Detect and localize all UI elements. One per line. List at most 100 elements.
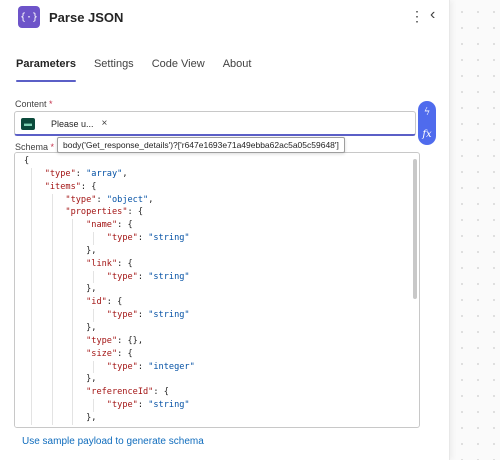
indent-guide (51, 283, 53, 297)
indent-guide (51, 309, 53, 322)
content-input[interactable]: ▬ Please u... × (14, 111, 416, 136)
code-punct: : (137, 361, 149, 372)
code-line: }, (24, 321, 195, 335)
code-punct: , (122, 168, 128, 179)
code-line: "type": "string" (24, 399, 195, 412)
code-line: "id": { (24, 296, 195, 310)
indent-guide (51, 219, 53, 233)
panel-tabs: Parameters Settings Code View About (16, 58, 269, 82)
indent-guide (93, 309, 95, 322)
content-label-text: Content (15, 99, 47, 109)
indent-guide (51, 334, 53, 348)
indent-guide (51, 347, 53, 361)
action-details-panel: {·} Parse JSON ⋮ ‹ Parameters Settings C… (0, 0, 450, 460)
token-connector-icon: ▬ (21, 117, 35, 130)
indent-guide (30, 309, 32, 322)
code-line: "type": {}, (24, 334, 195, 348)
dynamic-content-token[interactable]: ▬ Please u... × (21, 116, 123, 131)
tab-code-view[interactable]: Code View (152, 58, 205, 82)
code-line: "size": { (24, 347, 195, 361)
indent-guide (30, 180, 32, 194)
indent-guide (51, 386, 53, 400)
indent-guide (51, 244, 53, 258)
indent-guide (30, 373, 32, 387)
code-line: }, (24, 244, 195, 258)
indent-guide (30, 270, 32, 284)
schema-code-editor[interactable]: { "type": "array", "items": { "type": "o… (14, 152, 420, 428)
code-punct: : (137, 233, 149, 244)
indent-guide (30, 411, 32, 425)
code-value: "string" (148, 310, 190, 321)
panel-header: {·} Parse JSON ⋮ ‹ (14, 6, 444, 30)
code-punct: }, (86, 245, 97, 256)
code-punct: : (137, 310, 149, 321)
indent-guide (72, 309, 74, 322)
code-line: { (24, 155, 195, 168)
code-punct: : (137, 400, 149, 411)
schema-code: { "type": "array", "items": { "type": "o… (24, 155, 195, 425)
code-key: "items" (44, 181, 81, 192)
action-title[interactable]: Parse JSON (49, 10, 123, 25)
indent-guide (51, 399, 53, 412)
collapse-panel-icon[interactable]: ‹ (430, 6, 435, 24)
code-punct: : { (80, 181, 97, 192)
indent-guide (30, 167, 32, 181)
code-key: "type" (106, 271, 138, 282)
indent-guide (51, 373, 53, 387)
indent-guide (72, 257, 74, 271)
indent-guide (93, 270, 95, 284)
code-key: "name" (86, 220, 118, 231)
editor-scrollbar[interactable] (413, 159, 417, 299)
schema-label: Schema * (15, 142, 54, 152)
code-key: "type" (86, 335, 118, 346)
code-key: "properties" (65, 207, 128, 218)
code-punct: , (148, 194, 154, 205)
code-key: "type" (65, 194, 97, 205)
token-tooltip: body('Get_response_details')?['r647e1693… (57, 137, 345, 153)
code-punct: }, (86, 284, 97, 295)
indent-guide (93, 232, 95, 245)
more-options-icon[interactable]: ⋮ (410, 8, 424, 25)
indent-guide (30, 386, 32, 400)
code-line: "link": { (24, 257, 195, 271)
indent-guide (72, 399, 74, 412)
indent-guide (30, 232, 32, 245)
content-required-mark: * (49, 99, 53, 109)
sample-payload-link[interactable]: Use sample payload to generate schema (22, 436, 204, 447)
tab-parameters[interactable]: Parameters (16, 58, 76, 82)
code-key: "link" (86, 258, 118, 269)
code-line: "type": "string" (24, 232, 195, 245)
indent-guide (72, 283, 74, 297)
token-remove-icon[interactable]: × (102, 118, 108, 129)
indent-guide (30, 347, 32, 361)
code-key: "type" (106, 400, 138, 411)
tab-about[interactable]: About (223, 58, 252, 82)
code-line: }, (24, 283, 195, 297)
indent-guide (93, 360, 95, 374)
designer-canvas (450, 0, 500, 460)
indent-guide (30, 334, 32, 348)
indent-guide (72, 386, 74, 400)
indent-guide (30, 219, 32, 233)
indent-guide (30, 283, 32, 297)
code-value: "string" (148, 233, 190, 244)
dynamic-content-button[interactable]: ϟ (424, 107, 431, 118)
code-punct: }, (86, 412, 97, 423)
indent-guide (72, 347, 74, 361)
expression-button[interactable]: fx (422, 129, 431, 140)
indent-guide (72, 270, 74, 284)
code-key: "type" (106, 233, 138, 244)
tab-settings[interactable]: Settings (94, 58, 134, 82)
indent-guide (72, 219, 74, 233)
code-value: "string" (148, 271, 190, 282)
code-line: "referenceId": { (24, 386, 195, 400)
indent-guide (30, 206, 32, 220)
indent-guide (72, 373, 74, 387)
data-operation-icon: {·} (18, 6, 40, 28)
code-line: "type": "string" (24, 270, 195, 284)
code-key: "type" (44, 168, 76, 179)
code-punct: : { (117, 348, 133, 359)
indent-guide (30, 360, 32, 374)
code-punct: }, (86, 374, 97, 385)
code-punct: : (137, 271, 149, 282)
